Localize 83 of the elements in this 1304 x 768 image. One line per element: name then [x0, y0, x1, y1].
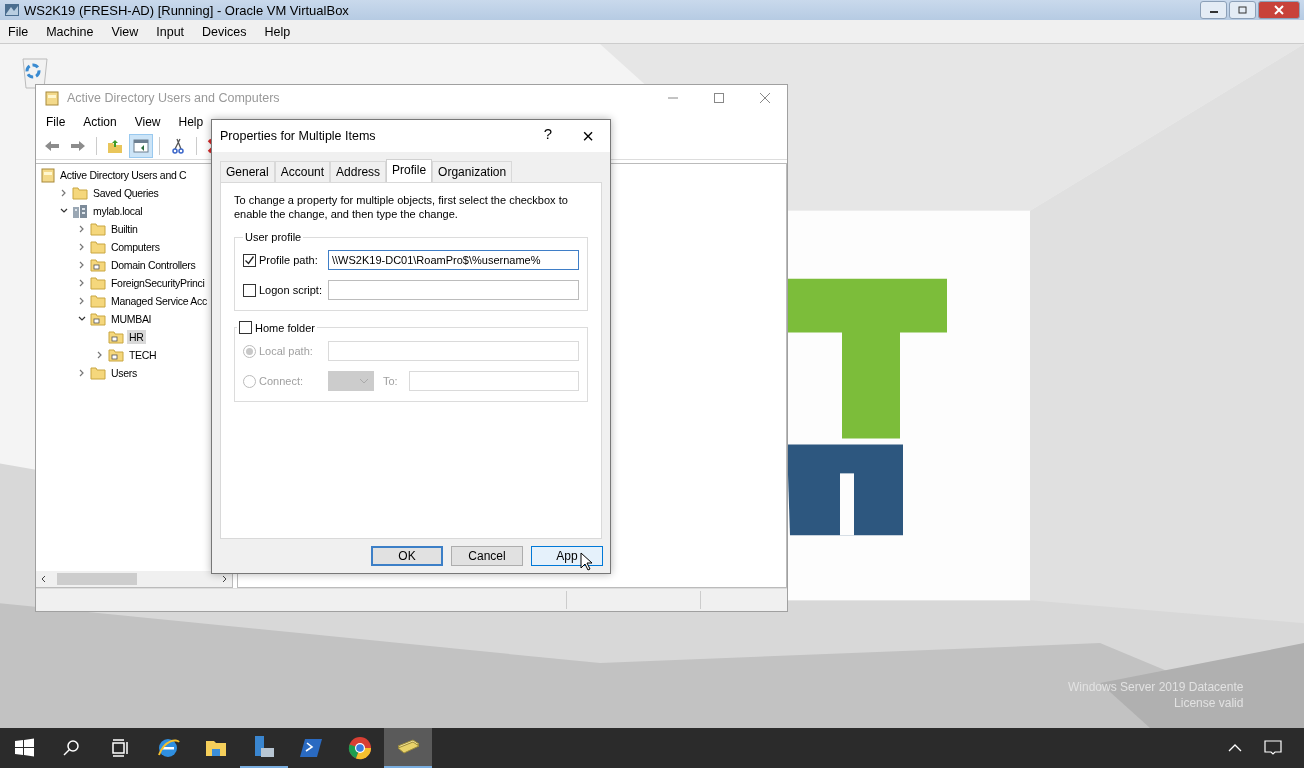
tab[interactable]: Profile	[386, 159, 433, 182]
menu-item[interactable]: View	[111, 24, 139, 39]
help-button[interactable]: ?	[536, 124, 560, 148]
group-label: Home folder	[255, 321, 315, 334]
folder-icon	[108, 348, 124, 362]
console-icon	[41, 167, 55, 183]
tree-item[interactable]: mylab.local	[91, 204, 145, 218]
notifications-icon[interactable]	[1264, 740, 1282, 756]
mouse-cursor-icon	[580, 552, 592, 571]
menu-item[interactable]: File	[46, 115, 66, 129]
close-button[interactable]	[1258, 1, 1300, 19]
close-button[interactable]	[759, 92, 771, 104]
field-label: Profile path:	[259, 254, 319, 266]
tree-item[interactable]: Active Directory Users and C	[58, 168, 189, 182]
field-label: Local path:	[259, 345, 314, 357]
right-arrow-icon	[69, 138, 87, 154]
field-label: Logon script:	[259, 284, 323, 296]
menu-item[interactable]: Input	[156, 24, 185, 39]
tab[interactable]: Account	[274, 161, 331, 182]
instruction-text: To change a property for multiple objects, first select the checkbox to enable the change, and then type the change.	[234, 193, 569, 221]
tree-item[interactable]: TECH	[127, 348, 159, 362]
window-title: WS2K19 (FRESH-AD) [Running] - Oracle VM VirtualBox	[24, 2, 349, 18]
tree-item[interactable]: Computers	[109, 240, 162, 254]
scissors-icon	[169, 138, 187, 154]
text-field[interactable]	[328, 341, 579, 361]
menu-item[interactable]: Machine	[46, 24, 94, 39]
tree-item[interactable]: Users	[109, 366, 139, 380]
dropdown-chevron-icon	[359, 378, 369, 384]
minimize-button[interactable]	[1200, 1, 1227, 19]
horizontal-scrollbar[interactable]	[36, 571, 232, 587]
restore-icon	[1237, 5, 1248, 15]
browser-ring-icon	[347, 735, 373, 761]
left-arrow-icon	[43, 138, 61, 154]
tab[interactable]: Organization	[432, 161, 513, 182]
dialog-button[interactable]: Cancel	[451, 546, 523, 566]
maximize-button[interactable]	[713, 92, 725, 104]
dialog-button[interactable]: App	[531, 546, 603, 566]
text-field[interactable]: \\WS2K19-DC01\RoamPro$\%username%	[328, 250, 579, 270]
domain-icon	[72, 203, 88, 219]
tree-item[interactable]: Builtin	[109, 222, 140, 236]
window-pane-icon	[132, 138, 150, 154]
folder-icon	[90, 312, 106, 326]
menu-item[interactable]: Help	[264, 24, 291, 39]
menu-item[interactable]: Devices	[202, 24, 247, 39]
close-icon	[1274, 5, 1284, 15]
field-label: Connect:	[259, 375, 305, 387]
folder-icon	[90, 276, 106, 290]
field-label: To:	[383, 375, 398, 387]
address-book-taskbar-button[interactable]	[384, 728, 432, 768]
folder-icon	[108, 330, 124, 344]
tree-item[interactable]: MUMBAI	[109, 312, 154, 326]
dialog-title: Properties for Multiple Items	[220, 129, 376, 143]
tree-item[interactable]: ForeignSecurityPrinci	[109, 276, 207, 290]
close-button[interactable]: ×	[576, 124, 600, 148]
tree-item[interactable]: Managed Service Acc	[109, 294, 209, 308]
tab[interactable]: Address	[330, 161, 387, 182]
checkbox[interactable]	[243, 253, 256, 267]
menu-item[interactable]: View	[134, 115, 161, 129]
menu-item[interactable]: File	[8, 24, 29, 39]
text-field[interactable]	[328, 280, 579, 300]
console-tree-button[interactable]	[129, 134, 153, 158]
virtualbox-icon	[4, 2, 20, 18]
checkbox[interactable]	[239, 321, 252, 334]
folder-icon	[90, 294, 106, 308]
console-icon	[45, 90, 59, 106]
folder-icon	[90, 240, 106, 254]
text-field[interactable]	[408, 371, 579, 391]
folder-icon	[90, 222, 106, 236]
menu-item[interactable]: Action	[83, 115, 117, 129]
tree-item[interactable]: HR	[127, 330, 146, 344]
folder-icon	[90, 258, 106, 272]
checkbox[interactable]	[243, 283, 256, 297]
tree-item[interactable]: Domain Controllers	[109, 258, 198, 272]
folder-icon	[72, 186, 88, 200]
dialog-button[interactable]: OK	[371, 546, 443, 566]
tree-item[interactable]: Saved Queries	[91, 186, 161, 200]
folder-icon	[90, 366, 106, 380]
folder-up-icon	[106, 138, 124, 154]
tab[interactable]: General	[220, 161, 275, 182]
show-hidden-icons-icon[interactable]	[1228, 743, 1242, 753]
window-title: Active Directory Users and Computers	[67, 91, 280, 105]
menu-item[interactable]: Help	[178, 115, 204, 129]
group-label: User profile	[244, 231, 303, 243]
